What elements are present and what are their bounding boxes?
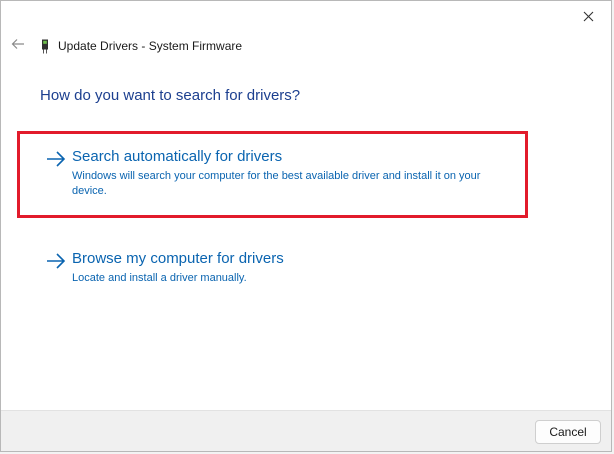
option-description: Windows will search your computer for th… [72, 170, 481, 197]
update-drivers-dialog: Update Drivers - System Firmware How do … [0, 0, 612, 452]
dialog-footer: Cancel [1, 410, 611, 451]
option-title: Search automatically for drivers [72, 148, 283, 165]
title-bar: Update Drivers - System Firmware [9, 35, 242, 57]
search-automatically-option[interactable]: Search automatically for drivers Windows… [45, 147, 515, 199]
arrow-right-icon [45, 250, 67, 272]
option-title: Browse my computer for drivers [72, 250, 284, 267]
back-button[interactable] [9, 37, 27, 55]
page-heading: How do you want to search for drivers? [40, 87, 301, 104]
back-arrow-icon [11, 37, 25, 55]
browse-computer-option[interactable]: Browse my computer for drivers Locate an… [45, 249, 515, 286]
window-title: Update Drivers - System Firmware [58, 39, 243, 53]
close-button[interactable] [571, 3, 605, 29]
device-chip-icon [39, 38, 51, 54]
close-icon [583, 11, 594, 22]
cancel-button[interactable]: Cancel [535, 420, 601, 444]
arrow-right-icon [45, 148, 67, 170]
option-description: Locate and install a driver manually. [72, 272, 247, 284]
